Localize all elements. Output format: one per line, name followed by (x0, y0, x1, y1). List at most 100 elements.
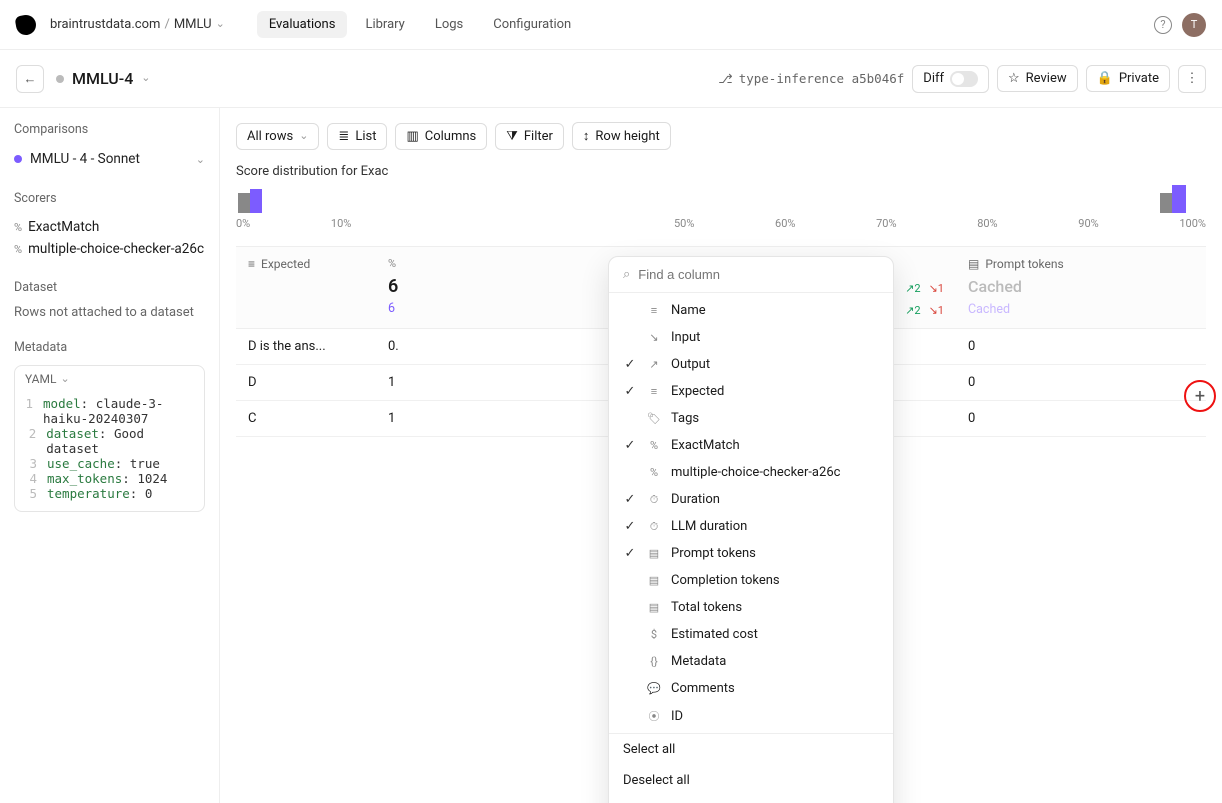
page-title-text: MMLU-4 (72, 69, 133, 88)
chevron-down-icon: ⌄ (141, 71, 150, 84)
chart-bar (238, 193, 250, 213)
scorer-item[interactable]: % multiple-choice-checker-a26c (14, 238, 205, 260)
column-option[interactable]: ⦿ID (609, 702, 893, 730)
axis-tick: 80% (977, 217, 997, 230)
column-option[interactable]: ✓⏱LLM duration (609, 513, 893, 540)
subheader: ← MMLU-4 ⌄ ⎇ type-inference a5b046f Diff… (0, 50, 1222, 108)
diff-toggle[interactable]: Diff (912, 65, 989, 93)
nav-logs[interactable]: Logs (423, 11, 475, 38)
column-option[interactable]: ≡Name (609, 297, 893, 324)
app-logo (14, 13, 37, 36)
metadata-format-select[interactable]: YAML ⌄ (15, 366, 204, 392)
percent-icon: % (14, 243, 22, 256)
chevron-down-icon: ⌄ (60, 372, 69, 385)
column-option[interactable]: %multiple-choice-checker-a26c (609, 459, 893, 486)
column-option[interactable]: ✓⏱Duration (609, 486, 893, 513)
rowheight-button[interactable]: ↕ Row height (572, 122, 671, 150)
review-label: Review (1026, 71, 1067, 86)
allrows-label: All rows (247, 129, 293, 144)
topbar: braintrustdata.com / MMLU ⌄ Evaluations … (0, 0, 1222, 50)
filter-button[interactable]: ⧩ Filter (495, 123, 564, 150)
status-dot-icon (56, 75, 64, 83)
page-title[interactable]: MMLU-4 ⌄ (56, 69, 151, 88)
select-all-action[interactable]: Select all (609, 734, 893, 765)
column-option[interactable]: ✓↗Output (609, 351, 893, 378)
allrows-button[interactable]: All rows ⌄ (236, 123, 319, 150)
column-option[interactable]: ▤Completion tokens (609, 567, 893, 594)
delta-up: ↗2 (905, 304, 920, 317)
chart-bars (236, 189, 1186, 213)
list-button[interactable]: ≣ List (327, 123, 387, 150)
breadcrumb-project: MMLU (174, 17, 212, 32)
nav-configuration[interactable]: Configuration (481, 11, 583, 38)
columns-icon: ▥ (406, 129, 418, 144)
column-option[interactable]: 🏷Tags (609, 405, 893, 432)
deselect-all-action[interactable]: Deselect all (609, 765, 893, 796)
axis-tick: 90% (1078, 217, 1098, 230)
column-option[interactable]: ✓≡Expected (609, 378, 893, 405)
more-menu-button[interactable]: ⋮ (1178, 65, 1206, 93)
metadata-format-label: YAML (25, 372, 56, 386)
review-button[interactable]: ☆ Review (997, 65, 1078, 92)
top-nav: Evaluations Library Logs Configuration (257, 11, 583, 38)
avatar[interactable]: T (1182, 13, 1206, 37)
breadcrumb[interactable]: braintrustdata.com / MMLU ⌄ (50, 17, 225, 32)
column-option[interactable]: ✓▤Prompt tokens (609, 540, 893, 567)
metadata-box: YAML ⌄ 1model: claude-3-haiku-202403072d… (14, 365, 205, 512)
th-pt: Prompt tokens (985, 257, 1063, 271)
axis-tick: 60% (775, 217, 795, 230)
search-icon: ⌕ (623, 267, 630, 282)
list-icon: ≣ (338, 129, 349, 144)
nav-library[interactable]: Library (353, 11, 416, 38)
metadata-heading: Metadata (14, 340, 205, 355)
delta-down: ↘1 (929, 304, 944, 317)
column-list: ≡Name↘Input✓↗Output✓≡Expected🏷Tags✓%Exac… (609, 293, 893, 733)
breadcrumb-root: braintrustdata.com (50, 17, 160, 32)
column-search-input[interactable] (638, 267, 879, 282)
dataset-note: Rows not attached to a dataset (14, 305, 205, 320)
column-option[interactable]: 💬Comments (609, 675, 893, 702)
chevron-down-icon: ⌄ (216, 17, 225, 30)
chart-bar (250, 189, 262, 213)
main: All rows ⌄ ≣ List ▥ Columns ⧩ Filter ↕ R… (220, 108, 1222, 803)
column-search: ⌕ (609, 257, 893, 293)
column-option[interactable]: $Estimated cost (609, 621, 893, 648)
delta-down: ↘1 (929, 282, 944, 295)
star-icon: ☆ (1008, 71, 1020, 86)
list-label: List (355, 129, 376, 144)
chart-bar (1160, 193, 1172, 213)
delta-up: ↗2 (905, 282, 920, 295)
breadcrumb-separator: / (164, 17, 169, 32)
scorer-item[interactable]: % ExactMatch (14, 216, 205, 238)
comparisons-heading: Comparisons (14, 122, 205, 137)
add-column-button[interactable]: + (1184, 380, 1216, 412)
order-by-regressions-action[interactable]: Order by regressions (609, 796, 893, 803)
nav-evaluations[interactable]: Evaluations (257, 11, 348, 38)
column-option[interactable]: ▤Total tokens (609, 594, 893, 621)
axis-tick: 100% (1179, 217, 1206, 230)
chart-title: Score distribution for Exac (236, 164, 1206, 179)
diff-label: Diff (923, 71, 944, 86)
scorer-label: ExactMatch (28, 219, 99, 235)
comparison-item[interactable]: MMLU - 4 - Sonnet ⌄ (14, 147, 205, 171)
axis-tick: 70% (876, 217, 896, 230)
columns-button[interactable]: ▥ Columns (395, 123, 487, 150)
column-option[interactable]: {}Metadata (609, 648, 893, 675)
comparison-item-label: MMLU - 4 - Sonnet (30, 151, 140, 167)
lock-icon: 🔒 (1097, 71, 1113, 86)
private-button[interactable]: 🔒 Private (1086, 65, 1170, 92)
help-icon[interactable]: ? (1154, 16, 1172, 34)
back-button[interactable]: ← (16, 65, 44, 93)
axis-tick: 50% (674, 217, 694, 230)
columns-popover: ⌕ ≡Name↘Input✓↗Output✓≡Expected🏷Tags✓%Ex… (608, 256, 894, 803)
axis-tick: 10% (331, 217, 351, 230)
column-option[interactable]: ↘Input (609, 324, 893, 351)
column-option[interactable]: ✓%ExactMatch (609, 432, 893, 459)
rowheight-icon: ↕ (583, 128, 590, 144)
branch-label[interactable]: ⎇ type-inference a5b046f (718, 71, 904, 86)
branch-icon: ⎇ (718, 71, 732, 86)
rowheight-label: Row height (595, 129, 659, 144)
tokens-icon: ▤ (968, 257, 979, 271)
agg-pt: Cached (968, 277, 1022, 296)
toggle-icon (950, 71, 978, 87)
